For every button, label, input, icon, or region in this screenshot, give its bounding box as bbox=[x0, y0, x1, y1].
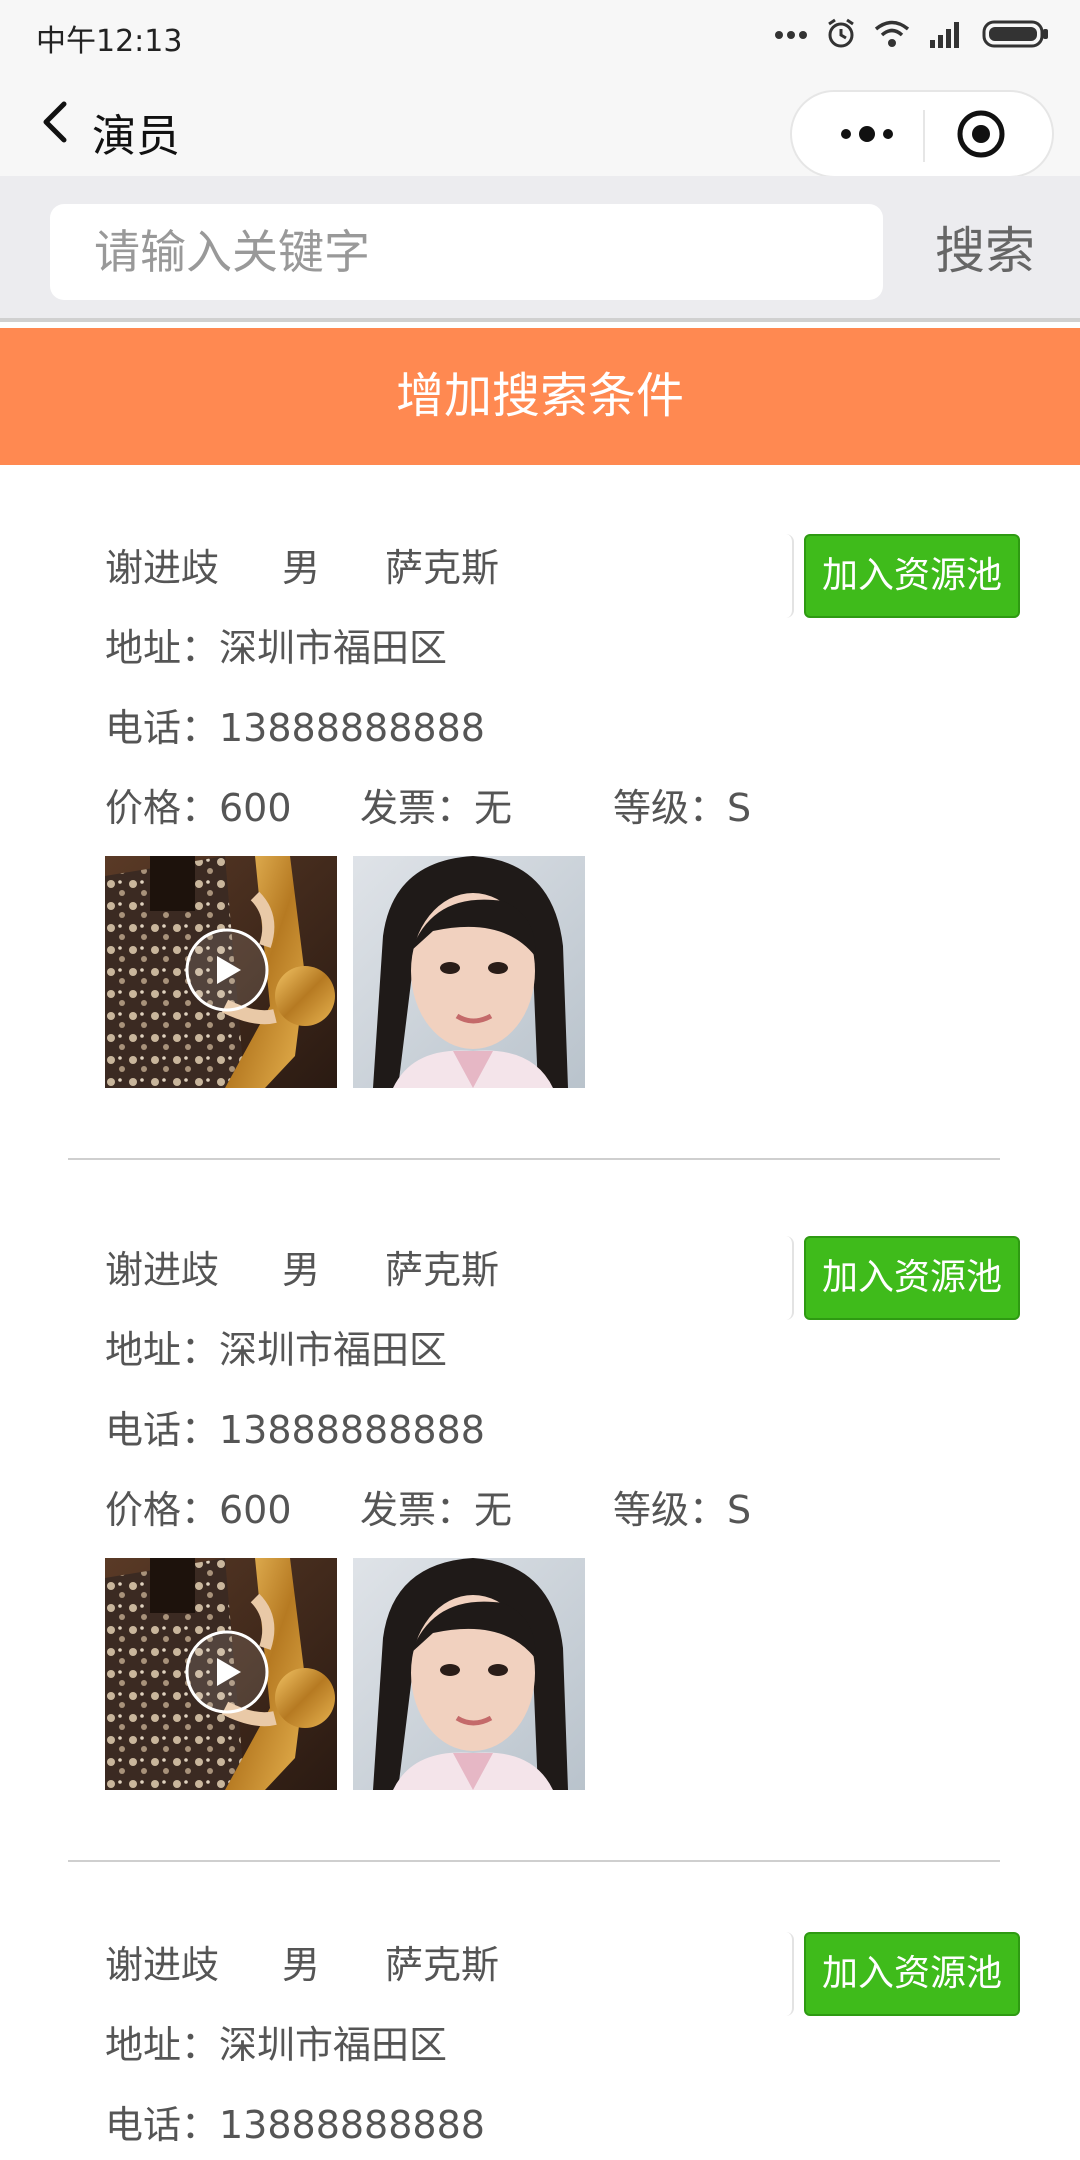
actor-address: 地址：深圳市福田区 bbox=[105, 2023, 448, 2067]
actor-price: 价格：600 bbox=[105, 1488, 292, 1532]
status-time: 中午12:13 bbox=[36, 24, 183, 59]
button-edge bbox=[782, 1236, 794, 1320]
search-input[interactable] bbox=[50, 204, 883, 300]
mini-program-capsule bbox=[790, 90, 1054, 178]
page-title: 演员 bbox=[92, 111, 180, 162]
actor-grade: 等级：S bbox=[613, 1488, 752, 1532]
more-dots-icon bbox=[841, 126, 893, 142]
video-thumbnail[interactable] bbox=[105, 856, 337, 1088]
photo-thumbnail[interactable] bbox=[353, 1558, 585, 1790]
photo-thumbnail[interactable] bbox=[353, 856, 585, 1088]
actor-instrument: 萨克斯 bbox=[385, 546, 500, 590]
add-to-resource-pool-button[interactable]: 加入资源池 bbox=[804, 1932, 1020, 2016]
actor-address: 地址：深圳市福田区 bbox=[105, 626, 448, 670]
more-dots-icon bbox=[775, 31, 807, 39]
actor-phone: 电话：13888888888 bbox=[105, 706, 485, 750]
more-menu-button[interactable] bbox=[812, 92, 922, 176]
actor-invoice: 发票：无 bbox=[360, 786, 513, 830]
actor-gender: 男 bbox=[282, 546, 321, 590]
add-to-resource-pool-button[interactable]: 加入资源池 bbox=[804, 534, 1020, 618]
actor-instrument: 萨克斯 bbox=[385, 1248, 500, 1292]
actor-phone: 电话：13888888888 bbox=[105, 2103, 485, 2147]
back-button[interactable] bbox=[30, 94, 86, 150]
target-close-icon bbox=[957, 110, 1005, 158]
status-bar: 中午12:13 bbox=[0, 0, 1080, 68]
actor-gender: 男 bbox=[282, 1943, 321, 1987]
actor-instrument: 萨克斯 bbox=[385, 1943, 500, 1987]
capsule-divider bbox=[923, 110, 925, 162]
signal-icon bbox=[930, 22, 959, 48]
video-thumbnail[interactable] bbox=[105, 1558, 337, 1790]
actor-name: 谢进歧 bbox=[105, 546, 220, 590]
alarm-icon bbox=[828, 18, 854, 48]
card-divider bbox=[68, 1860, 1000, 1862]
close-mini-program-button[interactable] bbox=[926, 92, 1036, 176]
search-button[interactable]: 搜索 bbox=[910, 216, 1060, 286]
actor-phone: 电话：13888888888 bbox=[105, 1408, 485, 1452]
nav-bar: 演员 bbox=[0, 68, 1080, 178]
wifi-icon bbox=[874, 20, 910, 47]
button-edge bbox=[782, 534, 794, 618]
chevron-left-icon bbox=[43, 101, 67, 143]
status-icons bbox=[774, 14, 1050, 54]
add-search-condition-button[interactable]: 增加搜索条件 bbox=[0, 328, 1080, 465]
search-area: 搜索 bbox=[0, 176, 1080, 322]
actor-invoice: 发票：无 bbox=[360, 1488, 513, 1532]
add-to-resource-pool-button[interactable]: 加入资源池 bbox=[804, 1236, 1020, 1320]
card-divider bbox=[68, 1158, 1000, 1160]
actor-name: 谢进歧 bbox=[105, 1943, 220, 1987]
actor-price: 价格：600 bbox=[105, 786, 292, 830]
actor-address: 地址：深圳市福田区 bbox=[105, 1328, 448, 1372]
actor-name: 谢进歧 bbox=[105, 1248, 220, 1292]
actor-gender: 男 bbox=[282, 1248, 321, 1292]
button-edge bbox=[782, 1932, 794, 2016]
actor-grade: 等级：S bbox=[613, 786, 752, 830]
battery-icon bbox=[982, 20, 1048, 48]
